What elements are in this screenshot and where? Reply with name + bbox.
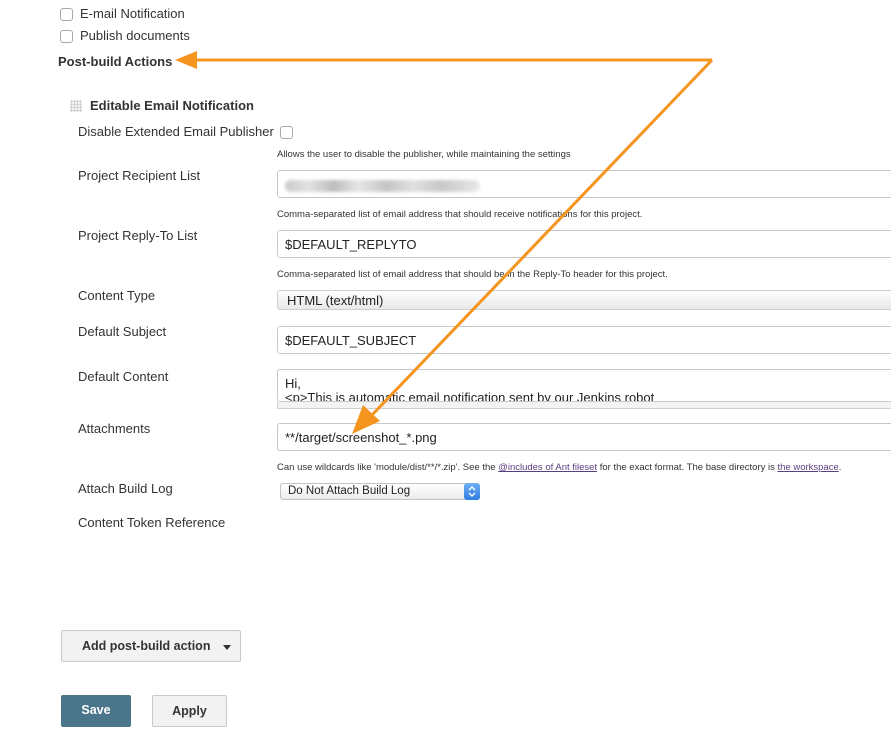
default-content-line-2: <p>This is automatic email notification …: [285, 390, 655, 402]
disable-publisher-help: Allows the user to disable the publisher…: [277, 149, 571, 160]
replyto-list-help: Comma-separated list of email address th…: [277, 269, 668, 280]
replyto-list-input[interactable]: $DEFAULT_REPLYTO: [277, 230, 891, 258]
default-content-textarea[interactable]: Hi, <p>This is automatic email notificat…: [277, 369, 891, 402]
recipient-list-input[interactable]: [277, 170, 891, 198]
grip-icon[interactable]: [70, 100, 82, 112]
default-content-line-1: Hi,: [285, 376, 301, 391]
attachments-input[interactable]: **/target/screenshot_*.png: [277, 423, 891, 451]
recipient-list-help: Comma-separated list of email address th…: [277, 209, 643, 220]
default-content-label: Default Content: [78, 369, 169, 384]
add-post-build-action-label: Add post-build action: [82, 639, 211, 653]
apply-button[interactable]: Apply: [152, 695, 227, 727]
replyto-list-label: Project Reply-To List: [78, 228, 198, 243]
publish-documents-checkbox[interactable]: [60, 30, 73, 43]
workspace-link[interactable]: the workspace: [778, 462, 839, 473]
content-type-select[interactable]: HTML (text/html): [277, 290, 891, 310]
post-build-actions-title: Post-build Actions: [58, 54, 173, 69]
textarea-resize-bar[interactable]: [277, 402, 891, 409]
blurred-recipient-value: [285, 180, 480, 192]
attach-build-log-label: Attach Build Log: [78, 481, 173, 496]
updown-arrows-icon: [464, 483, 480, 500]
email-notification-checkbox[interactable]: [60, 8, 73, 21]
attachments-help-text-1: Can use wildcards like 'module/dist/**/*…: [277, 462, 499, 473]
attach-build-log-value: Do Not Attach Build Log: [288, 485, 411, 497]
caret-down-icon: [223, 645, 231, 650]
attachments-help-text-2: for the exact format. The base directory…: [597, 462, 778, 473]
content-token-reference-label: Content Token Reference: [78, 515, 226, 530]
email-notification-label: E-mail Notification: [80, 6, 185, 21]
attach-build-log-select[interactable]: Do Not Attach Build Log: [280, 483, 480, 500]
default-subject-label: Default Subject: [78, 324, 167, 339]
attachments-label: Attachments: [78, 421, 151, 436]
disable-publisher-checkbox[interactable]: [280, 126, 293, 139]
attachments-help: Can use wildcards like 'module/dist/**/*…: [277, 462, 841, 473]
publish-documents-label: Publish documents: [80, 28, 190, 43]
ant-fileset-link[interactable]: @includes of Ant fileset: [498, 462, 597, 473]
default-subject-input[interactable]: $DEFAULT_SUBJECT: [277, 326, 891, 354]
recipient-list-label: Project Recipient List: [78, 168, 201, 183]
annotation-arrow-to-post-build: [175, 51, 712, 69]
disable-publisher-label: Disable Extended Email Publisher: [78, 124, 274, 139]
save-button[interactable]: Save: [61, 695, 131, 727]
attachments-help-text-3: .: [838, 462, 842, 473]
publisher-title: Editable Email Notification: [90, 98, 254, 113]
content-type-label: Content Type: [78, 288, 156, 303]
add-post-build-action-button[interactable]: Add post-build action: [61, 630, 241, 662]
